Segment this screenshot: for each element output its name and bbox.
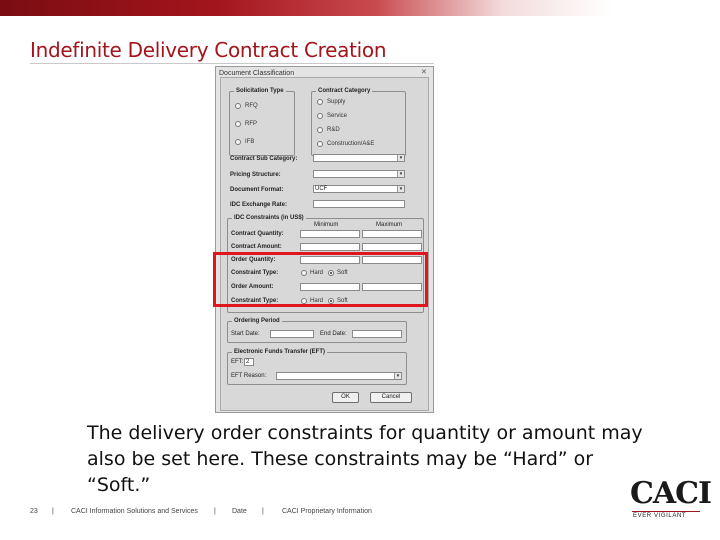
chevron-down-icon[interactable]: ▾ xyxy=(397,171,404,177)
start-date-input[interactable] xyxy=(270,330,314,338)
document-format-select[interactable]: UCF ▾ xyxy=(313,185,405,193)
option-rfq: RFQ xyxy=(245,103,258,109)
contract-quantity-min-input[interactable] xyxy=(300,230,360,238)
start-date-label: Start Date: xyxy=(231,331,260,337)
solicitation-type-group: Solicitation Type RFQ RFP IFB xyxy=(229,87,295,156)
chevron-down-icon[interactable]: ▾ xyxy=(394,373,401,379)
footer-proprietary: CACI Proprietary Information xyxy=(282,508,372,515)
idc-exchange-rate-label: IDC Exchange Rate: xyxy=(230,202,288,208)
radio-rfp[interactable] xyxy=(235,121,241,127)
logo-tagline: EVER VIGILANT xyxy=(633,513,687,519)
radio-rd[interactable] xyxy=(317,127,323,133)
close-icon[interactable]: ✕ xyxy=(421,69,429,76)
contract-sub-category-select[interactable]: ▾ xyxy=(313,154,405,162)
title-underline xyxy=(30,63,434,64)
idc-constraints-label: IDC Constraints (in US$) xyxy=(232,214,306,222)
chevron-down-icon[interactable]: ▾ xyxy=(397,186,404,192)
document-classification-dialog: Document Classification ✕ Solicitation T… xyxy=(215,66,434,413)
option-rfp: RFP xyxy=(245,121,257,127)
idc-exchange-rate-input[interactable] xyxy=(313,200,405,208)
radio-supply[interactable] xyxy=(317,99,323,105)
footer-separator: | xyxy=(52,508,54,515)
contract-category-label: Contract Category xyxy=(316,87,373,95)
pricing-structure-select[interactable]: ▾ xyxy=(313,170,405,178)
contract-amount-max-input[interactable] xyxy=(362,243,422,251)
ordering-period-label: Ordering Period xyxy=(232,317,282,325)
eft-input[interactable]: 2 xyxy=(244,358,254,366)
option-supply: Supply xyxy=(327,99,346,105)
eft-reason-select[interactable]: ▾ xyxy=(276,372,402,380)
eft-group-label: Electronic Funds Transfer (EFT) xyxy=(232,348,328,356)
footer-date: Date xyxy=(232,508,247,515)
dialog-body: Solicitation Type RFQ RFP IFB Contract C… xyxy=(220,77,429,411)
dialog-title: Document Classification xyxy=(219,70,295,77)
document-format-value: UCF xyxy=(315,186,328,192)
radio-construction[interactable] xyxy=(317,141,323,147)
eft-group: Electronic Funds Transfer (EFT) EFT: 2 E… xyxy=(227,348,407,385)
slide-caption: The delivery order constraints for quant… xyxy=(87,422,643,496)
footer-company: CACI Information Solutions and Services xyxy=(71,508,198,515)
contract-quantity-max-input[interactable] xyxy=(362,230,422,238)
constraints-highlight-box xyxy=(213,252,428,307)
ok-button[interactable]: OK xyxy=(332,392,359,403)
option-service: Service xyxy=(327,113,348,119)
cancel-button[interactable]: Cancel xyxy=(370,392,412,403)
option-construction: Construction/A&E xyxy=(327,141,375,147)
eft-label: EFT: xyxy=(231,359,244,365)
slide-title: Indefinite Delivery Contract Creation xyxy=(30,38,387,62)
footer-separator: | xyxy=(214,508,216,515)
option-rd: R&D xyxy=(327,127,340,133)
ordering-period-group: Ordering Period Start Date: End Date: xyxy=(227,317,407,343)
option-ifb: IFB xyxy=(245,139,255,145)
end-date-input[interactable] xyxy=(352,330,402,338)
page-number: 23 xyxy=(30,508,38,515)
document-format-label: Document Format: xyxy=(230,187,284,193)
contract-amount-min-input[interactable] xyxy=(300,243,360,251)
solicitation-type-label: Solicitation Type xyxy=(234,87,286,95)
minimum-header: Minimum xyxy=(314,222,339,228)
chevron-down-icon[interactable]: ▾ xyxy=(397,155,404,161)
end-date-label: End Date: xyxy=(320,331,347,337)
contract-amount-label: Contract Amount: xyxy=(231,244,282,250)
contract-quantity-label: Contract Quantity: xyxy=(231,231,284,237)
radio-rfq[interactable] xyxy=(235,103,241,109)
radio-ifb[interactable] xyxy=(235,139,241,145)
logo-wordmark: CACI xyxy=(630,476,712,511)
maximum-header: Maximum xyxy=(376,222,403,228)
top-accent-bar xyxy=(0,0,720,16)
radio-service[interactable] xyxy=(317,113,323,119)
logo-rule xyxy=(632,511,700,512)
eft-reason-label: EFT Reason: xyxy=(231,373,267,379)
footer-separator: | xyxy=(262,508,264,515)
contract-category-group: Contract Category Supply Service R&D Con… xyxy=(311,87,406,156)
caci-logo: CACI EVER VIGILANT xyxy=(630,478,712,522)
pricing-structure-label: Pricing Structure: xyxy=(230,172,281,178)
contract-sub-category-label: Contract Sub Category: xyxy=(230,156,298,162)
